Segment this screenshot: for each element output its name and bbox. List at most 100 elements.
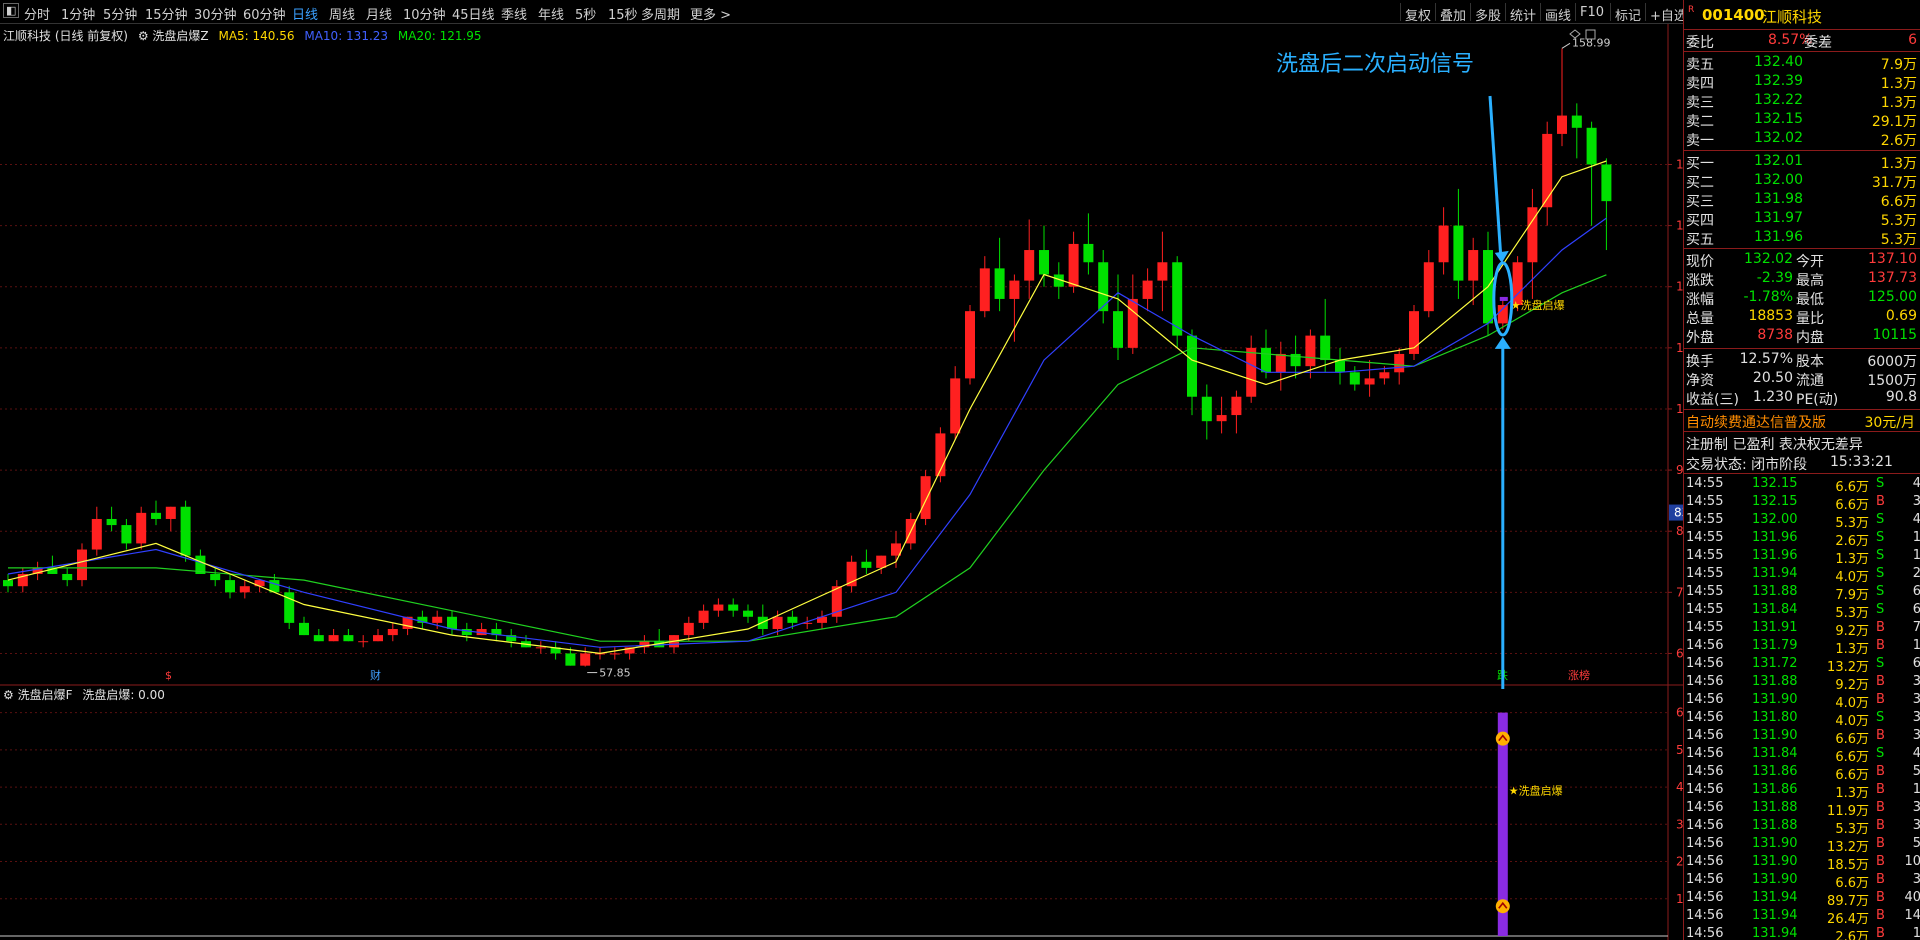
candle-body[interactable]: [683, 622, 694, 636]
period-tab[interactable]: 分时: [24, 4, 50, 23]
candle-body[interactable]: [1068, 243, 1079, 287]
promo-row[interactable]: 自动续费通达信普及版 30元/月: [1684, 411, 1920, 432]
candle-body[interactable]: [876, 555, 887, 568]
sub-chart-title[interactable]: 洗盘启爆F: [18, 688, 73, 702]
candle-body[interactable]: [1349, 372, 1360, 385]
period-tab[interactable]: 30分钟: [194, 4, 237, 23]
candle-body[interactable]: [225, 580, 235, 593]
candle-body[interactable]: [239, 586, 250, 593]
candle-body[interactable]: [1379, 372, 1390, 379]
candle-body[interactable]: [698, 610, 709, 623]
candle-body[interactable]: [1601, 164, 1612, 202]
candle-body[interactable]: [743, 610, 753, 617]
candle-body[interactable]: [447, 616, 457, 629]
candle-body[interactable]: [1216, 415, 1227, 422]
candle-body[interactable]: [1542, 133, 1553, 208]
period-tab[interactable]: 更多 >: [690, 4, 731, 23]
candle-body[interactable]: [1275, 353, 1286, 373]
candle-body[interactable]: [432, 616, 443, 623]
candle-body[interactable]: [861, 561, 872, 568]
event-marker[interactable]: 财: [370, 668, 381, 682]
candle-body[interactable]: [1246, 347, 1257, 397]
candle-body[interactable]: [1009, 280, 1020, 299]
candle-body[interactable]: [994, 268, 1005, 299]
candle-body[interactable]: [1039, 250, 1049, 275]
candle-body[interactable]: [1261, 347, 1271, 373]
candle-body[interactable]: [920, 476, 931, 519]
candle-body[interactable]: [1024, 250, 1035, 281]
candle-body[interactable]: [1423, 262, 1434, 312]
candle-body[interactable]: [358, 641, 369, 643]
tool-button[interactable]: 标记: [1610, 3, 1645, 24]
candle-body[interactable]: [979, 268, 990, 312]
candle-body[interactable]: [1497, 305, 1508, 324]
event-marker[interactable]: $: [165, 669, 172, 682]
candle-body[interactable]: [609, 653, 620, 655]
promo-text[interactable]: 自动续费通达信普及版: [1686, 412, 1826, 432]
period-tab[interactable]: 15秒: [608, 4, 638, 23]
period-tab[interactable]: 5秒: [575, 4, 596, 23]
candle-body[interactable]: [1571, 115, 1582, 128]
tool-button[interactable]: 统计: [1505, 3, 1540, 24]
candle-body[interactable]: [1453, 225, 1464, 281]
period-tab[interactable]: 10分钟: [403, 4, 446, 23]
tool-button[interactable]: 多股: [1470, 3, 1505, 24]
candle-body[interactable]: [713, 604, 724, 611]
candle-body[interactable]: [1201, 396, 1212, 422]
candle-body[interactable]: [106, 518, 117, 526]
candle-body[interactable]: [210, 573, 221, 581]
candle-body[interactable]: [299, 622, 309, 636]
candle-body[interactable]: [165, 506, 176, 519]
candle-body[interactable]: [136, 512, 147, 544]
candle-body[interactable]: [1083, 243, 1094, 263]
indicator-gear-icon[interactable]: ⚙: [138, 29, 149, 43]
candle-body[interactable]: [1438, 225, 1449, 263]
candle-body[interactable]: [1157, 262, 1168, 281]
period-tab[interactable]: 15分钟: [145, 4, 188, 23]
period-tab[interactable]: 周线: [329, 4, 355, 23]
candle-body[interactable]: [535, 647, 546, 649]
candle-body[interactable]: [580, 653, 591, 666]
candle-body[interactable]: [3, 580, 13, 587]
period-tab[interactable]: 1分钟: [61, 4, 95, 23]
kline-chart[interactable]: 140.00 130.00 120.00 110.00 100.00 90.00 80.00…: [0, 24, 1683, 940]
candle-body[interactable]: [77, 549, 87, 581]
period-tab[interactable]: 年线: [538, 4, 564, 23]
candle-body[interactable]: [343, 635, 354, 642]
candle-body[interactable]: [965, 311, 975, 379]
candle-body[interactable]: [121, 525, 132, 544]
tool-button[interactable]: 叠加: [1435, 3, 1470, 24]
candle-body[interactable]: [151, 512, 161, 519]
candle-body[interactable]: [1187, 335, 1197, 397]
tool-button[interactable]: 复权: [1400, 3, 1435, 24]
period-tab[interactable]: 5分钟: [103, 4, 137, 23]
panel-toggle-icon[interactable]: ◧: [3, 3, 20, 18]
candle-body[interactable]: [1468, 250, 1479, 281]
indicator-name[interactable]: 洗盘启爆Z: [152, 29, 208, 43]
candle-body[interactable]: [1364, 378, 1375, 385]
period-tab[interactable]: 日线: [292, 4, 318, 23]
period-tab[interactable]: 月线: [366, 4, 392, 23]
candle-body[interactable]: [373, 635, 383, 642]
candle-body[interactable]: [313, 635, 324, 642]
candle-body[interactable]: [1127, 298, 1138, 348]
candle-body[interactable]: [1142, 280, 1153, 299]
candle-body[interactable]: [728, 604, 739, 611]
candle-body[interactable]: [1305, 335, 1316, 367]
candle-body[interactable]: [387, 628, 398, 636]
event-marker[interactable]: 涨榜: [1568, 668, 1590, 682]
tool-button[interactable]: 画线: [1540, 3, 1575, 24]
candle-body[interactable]: [1394, 353, 1405, 373]
tool-button[interactable]: F10: [1575, 3, 1608, 21]
candle-body[interactable]: [180, 506, 191, 556]
period-tab[interactable]: 季线: [501, 4, 527, 23]
candle-body[interactable]: [787, 616, 798, 623]
period-tab[interactable]: 多周期: [641, 4, 680, 23]
candle-body[interactable]: [1231, 396, 1242, 416]
period-tab[interactable]: 45日线: [452, 4, 495, 23]
candle-body[interactable]: [1335, 360, 1345, 373]
candle-body[interactable]: [62, 573, 73, 581]
candle-body[interactable]: [1586, 127, 1597, 165]
promo-price[interactable]: 30元/月: [1864, 412, 1915, 432]
candle-body[interactable]: [1320, 335, 1331, 361]
